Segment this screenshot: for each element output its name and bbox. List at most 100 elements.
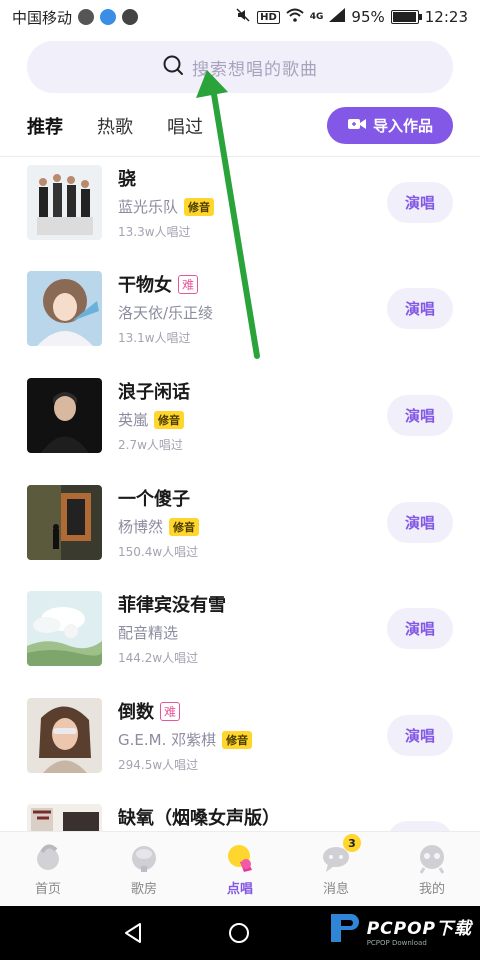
- sing-button[interactable]: 演唱: [387, 715, 453, 756]
- song-title-text: 缺氧（烟嗓女声版）: [118, 808, 280, 829]
- watermark-text-block: PCPOP下载 PCPOP Download: [367, 914, 472, 947]
- song-cover[interactable]: [27, 698, 102, 773]
- song-title-text: 倒数: [118, 702, 154, 723]
- song-title: 干物女难: [118, 271, 199, 297]
- back-icon[interactable]: [122, 922, 144, 948]
- watermark-subtext: PCPOP Download: [366, 938, 427, 947]
- tune-badge: 修音: [154, 410, 185, 429]
- song-count: 13.3w人唱过: [118, 225, 191, 239]
- wifi-icon: [286, 8, 304, 26]
- watermark-logo-icon: [327, 910, 363, 950]
- room-icon: [128, 842, 160, 874]
- sing-button[interactable]: 演唱: [387, 821, 453, 831]
- song-artist: 杨博然 修音: [118, 516, 200, 537]
- song-cover[interactable]: [27, 378, 102, 453]
- song-title: 缺氧（烟嗓女声版）: [118, 804, 280, 830]
- status-left: 中国移动: [12, 7, 139, 28]
- message-count-badge: 3: [343, 834, 361, 852]
- song-title: 菲律宾没有雪: [118, 591, 226, 617]
- hard-badge: 难: [178, 274, 199, 294]
- battery-fill: [392, 12, 416, 22]
- hard-badge: 难: [160, 701, 181, 721]
- song-title: 倒数难: [118, 698, 181, 724]
- song-item[interactable]: 倒数难 G.E.M. 邓紫棋 修音 294.5w人唱过 演唱: [0, 694, 480, 801]
- network-type: 4G: [309, 12, 324, 22]
- song-count: 13.1w人唱过: [118, 331, 191, 345]
- mute-icon: [235, 7, 251, 27]
- tune-badge: 修音: [222, 730, 253, 749]
- song-cover[interactable]: [27, 485, 102, 560]
- import-works-label[interactable]: 导入作品: [373, 115, 433, 136]
- song-artist-text: 洛天依/乐正绫: [118, 304, 214, 322]
- import-works-button[interactable]: 导入作品: [327, 107, 453, 144]
- sing-button[interactable]: 演唱: [387, 288, 453, 329]
- nav-item-profile[interactable]: 我的: [384, 832, 480, 906]
- nav-item-home[interactable]: 首页: [0, 832, 96, 906]
- tab-recommend[interactable]: 推荐: [27, 113, 63, 142]
- nav-label-sing: 点唱: [226, 881, 253, 897]
- song-title-text: 浪子闲话: [118, 382, 190, 403]
- song-title: 骁: [118, 165, 136, 191]
- tune-badge: 修音: [184, 197, 215, 216]
- nav-item-sing[interactable]: 点唱: [192, 832, 288, 906]
- profile-icon: [416, 842, 448, 874]
- song-title: 一个傻子: [118, 485, 190, 511]
- song-cover[interactable]: [27, 804, 102, 831]
- song-artist-text: 英嵐: [118, 411, 149, 429]
- battery-icon: [390, 10, 422, 24]
- bottom-nav: 首页 歌房 点唱 3 消息 我的: [0, 831, 480, 906]
- status-right: HD 4G 95% 12:23: [235, 7, 468, 27]
- song-count: 150.4w人唱过: [118, 545, 199, 559]
- app-notification-icon: [100, 9, 117, 25]
- song-artist-text: 配音精选: [118, 624, 179, 642]
- nav-label-room: 歌房: [130, 881, 157, 897]
- song-count: 2.7w人唱过: [118, 438, 183, 452]
- nav-item-message[interactable]: 3 消息: [288, 832, 384, 906]
- song-artist: 蓝光乐队 修音: [118, 196, 215, 217]
- search-placeholder[interactable]: 搜索想唱的歌曲: [192, 55, 318, 80]
- song-artist-text: 蓝光乐队: [118, 198, 179, 216]
- song-artist-text: 杨博然: [118, 518, 164, 536]
- home-button-icon[interactable]: [228, 922, 250, 948]
- song-item[interactable]: 骁 蓝光乐队 修音 13.3w人唱过 演唱: [0, 161, 480, 268]
- carrier-label: 中国移动: [12, 8, 73, 27]
- sing-icon: [224, 842, 256, 874]
- nav-label-message: 消息: [322, 881, 349, 897]
- song-item[interactable]: 一个傻子 杨博然 修音 150.4w人唱过 演唱: [0, 481, 480, 588]
- home-icon: [32, 842, 64, 874]
- song-title-text: 骁: [118, 169, 136, 190]
- song-artist: 英嵐 修音: [118, 409, 185, 430]
- nav-item-room[interactable]: 歌房: [96, 832, 192, 906]
- song-item[interactable]: 干物女难 洛天依/乐正绫 13.1w人唱过 演唱: [0, 267, 480, 374]
- search-icon: [162, 54, 184, 80]
- watermark: PCPOP下载 PCPOP Download: [327, 910, 472, 950]
- song-count: 294.5w人唱过: [118, 758, 199, 772]
- song-cover[interactable]: [27, 165, 102, 240]
- song-item[interactable]: 缺氧（烟嗓女声版） 演唱: [0, 800, 480, 831]
- song-title-text: 一个傻子: [118, 489, 190, 510]
- sing-button[interactable]: 演唱: [387, 502, 453, 543]
- sing-button[interactable]: 演唱: [387, 395, 453, 436]
- battery-percent: 95%: [351, 8, 385, 26]
- song-count: 144.2w人唱过: [118, 651, 199, 665]
- tab-hot-songs[interactable]: 热歌: [97, 113, 133, 139]
- song-cover[interactable]: [27, 591, 102, 666]
- status-bar: 中国移动 HD 4G 95% 12:23: [0, 0, 480, 34]
- tab-bar: 推荐 热歌 唱过: [27, 108, 203, 144]
- tab-sung[interactable]: 唱过: [167, 113, 203, 139]
- nav-label-profile: 我的: [418, 881, 445, 897]
- song-cover[interactable]: [27, 271, 102, 346]
- search-bar[interactable]: 搜索想唱的歌曲: [27, 41, 453, 93]
- song-item[interactable]: 浪子闲话 英嵐 修音 2.7w人唱过 演唱: [0, 374, 480, 481]
- song-artist: 配音精选: [118, 622, 178, 643]
- song-item[interactable]: 菲律宾没有雪 配音精选 144.2w人唱过 演唱: [0, 587, 480, 694]
- clock: 12:23: [424, 8, 468, 26]
- song-title-text: 干物女: [118, 275, 172, 296]
- nav-label-home: 首页: [34, 881, 61, 897]
- song-list[interactable]: 骁 蓝光乐队 修音 13.3w人唱过 演唱 干物女难 洛天依/乐正绫 13.1w人…: [0, 157, 480, 831]
- sing-button[interactable]: 演唱: [387, 608, 453, 649]
- sing-button[interactable]: 演唱: [387, 182, 453, 223]
- tune-badge: 修音: [169, 517, 200, 536]
- chat-notification-icon: [78, 9, 95, 25]
- song-artist-text: G.E.M. 邓紫棋: [118, 731, 217, 749]
